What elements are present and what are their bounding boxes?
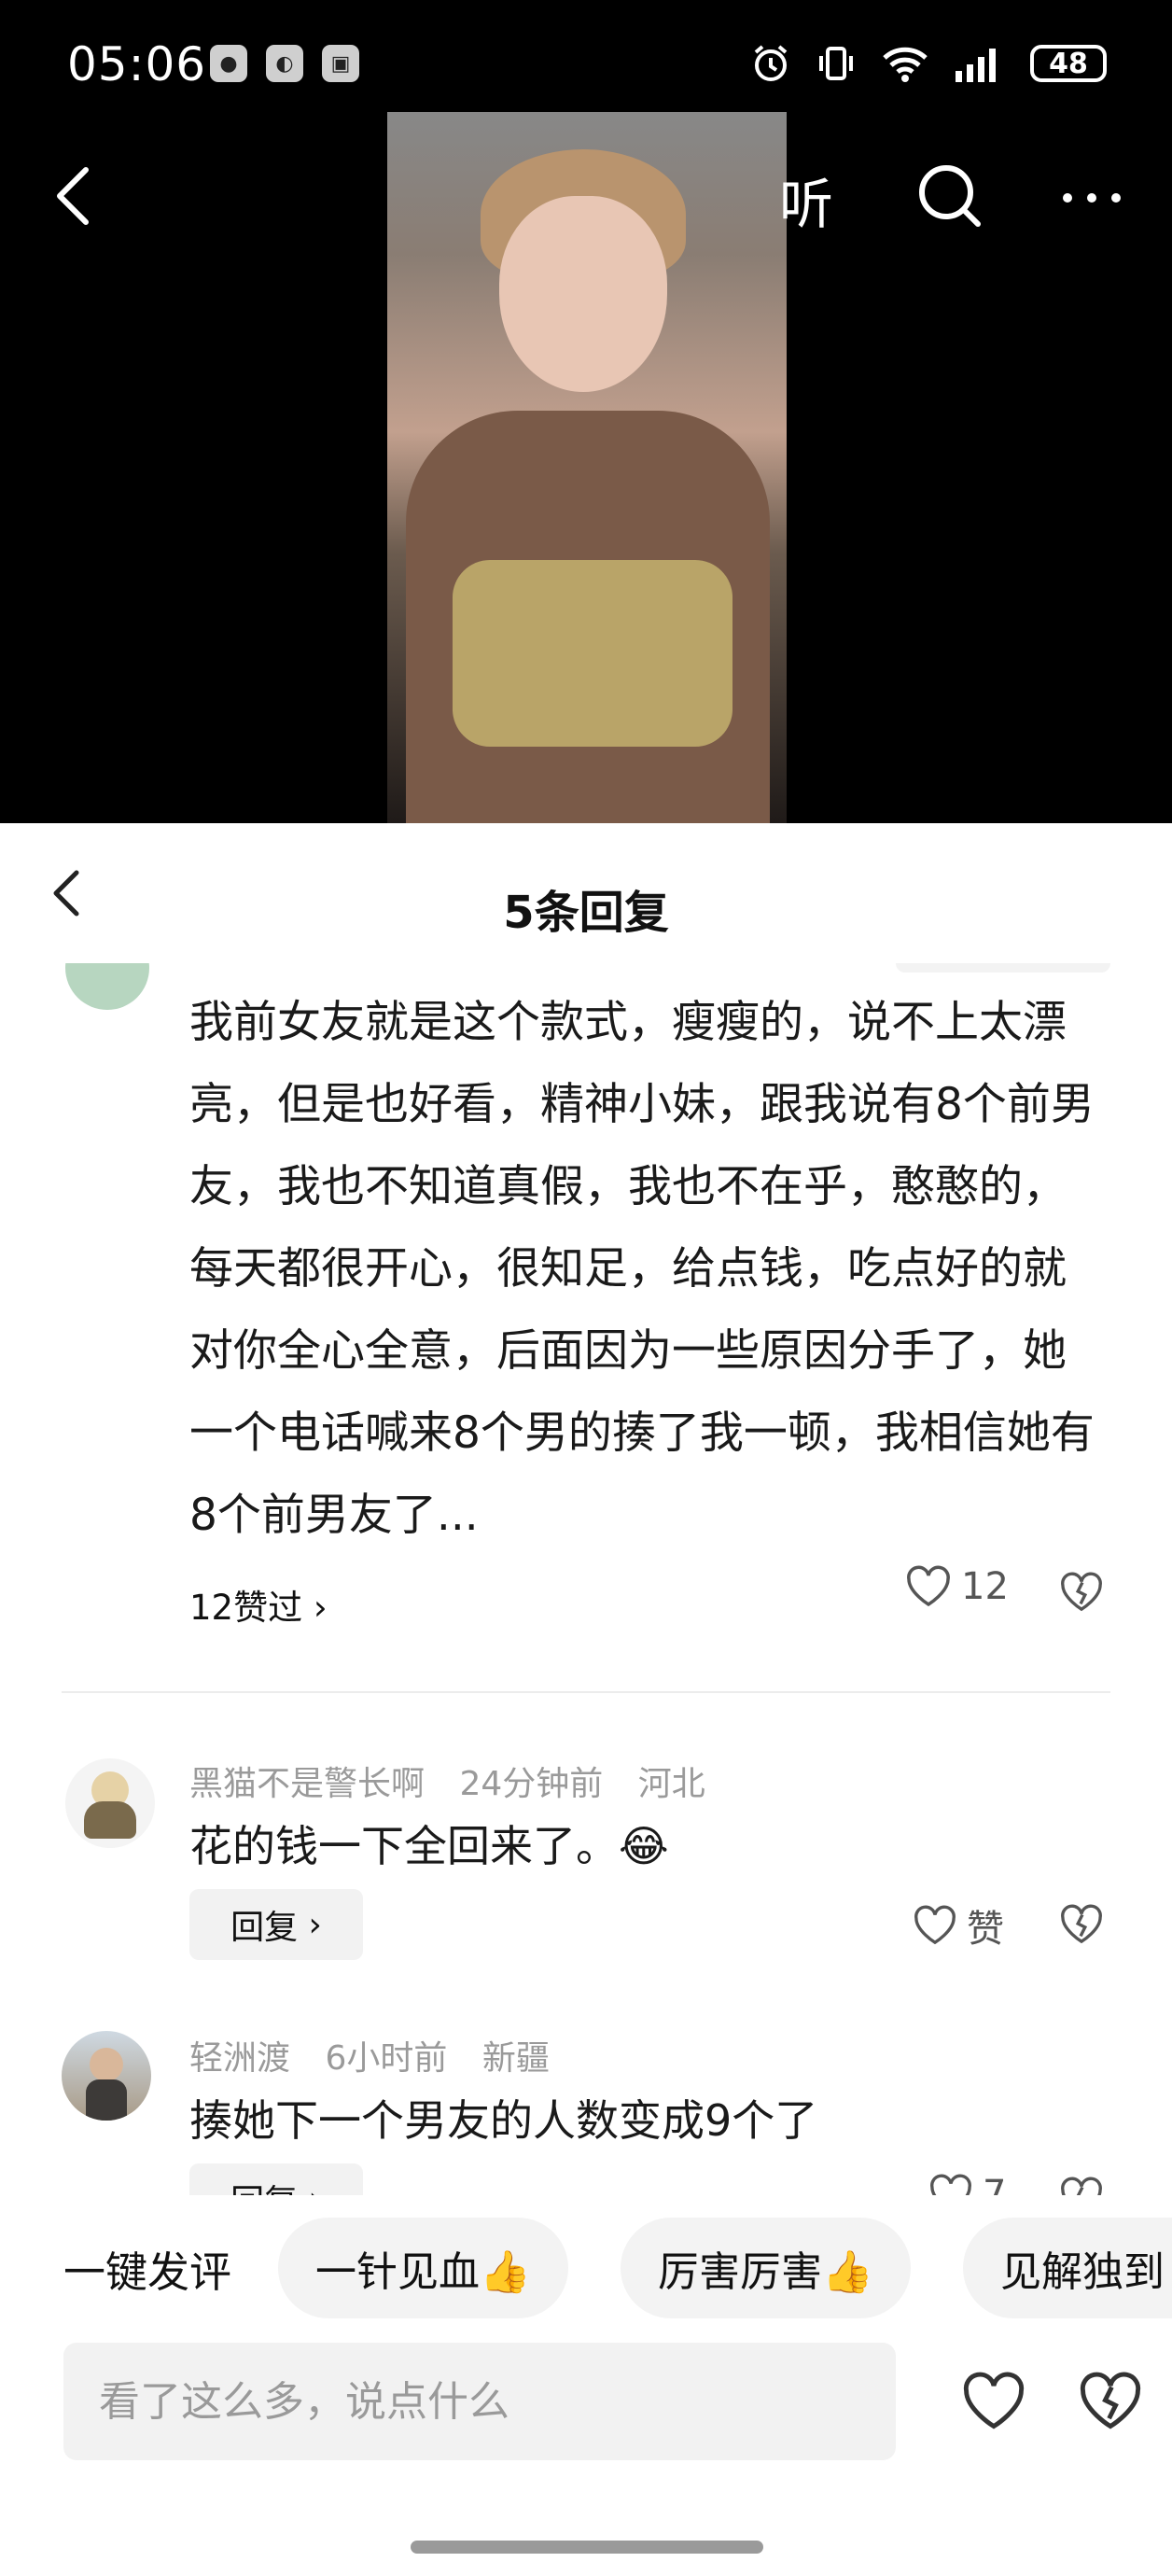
search-icon[interactable] [913, 159, 987, 233]
reply-username[interactable]: 黑猫不是警长啊 [189, 1765, 425, 1803]
like-count: 7 [983, 2173, 1007, 2195]
quick-comment-bar: 一键发评 一针见血👍 厉害厉害👍 见解独到 [0, 2195, 1172, 2335]
reply-button[interactable]: 回复 › [189, 2163, 363, 2195]
heart-icon [907, 1565, 950, 1607]
comment-input-box [63, 2343, 896, 2460]
chevron-right-icon: › [313, 1588, 328, 1628]
listen-button[interactable]: 听 [779, 161, 833, 239]
avatar[interactable] [65, 1758, 155, 1848]
heart-icon [930, 2174, 971, 2195]
reply-button[interactable]: 回复 › [189, 1889, 363, 1960]
heart-icon[interactable] [961, 2371, 1026, 2432]
avatar-figure-body [86, 2079, 127, 2121]
app-notification-icon: ◐ [266, 45, 303, 82]
battery-indicator: 48 [1030, 45, 1107, 82]
wechat-notification-icon: ● [210, 45, 247, 82]
like-button[interactable]: 赞 [913, 1898, 1004, 1953]
video-figure-bag [453, 560, 732, 747]
chevron-right-icon: › [298, 1905, 322, 1944]
back-icon[interactable] [47, 159, 103, 233]
like-button[interactable]: 7 [928, 2173, 1006, 2195]
quick-chip[interactable]: 一针见血👍 [278, 2218, 568, 2318]
reply-username[interactable]: 轻洲渡 [189, 2039, 290, 2078]
like-count: 12 [961, 1565, 1009, 1608]
quick-chip[interactable]: 厉害厉害👍 [621, 2218, 911, 2318]
reply-location: 新疆 [481, 2039, 550, 2078]
liked-by-link[interactable]: 12赞过 › [189, 1579, 328, 1630]
dislike-icon[interactable] [1078, 2371, 1143, 2432]
divider [62, 1691, 1110, 1693]
dislike-icon[interactable] [1059, 1572, 1104, 1613]
reply-time: 6小时前 [325, 2039, 448, 2078]
laugh-emoji: 😂 [619, 1821, 669, 1871]
liked-by-label: 12赞过 [189, 1588, 303, 1628]
reply-time: 24分钟前 [459, 1765, 604, 1803]
reply-button-label: 回复 [230, 2175, 298, 2195]
heart-icon [914, 1905, 956, 1945]
status-time: 05:06 [67, 37, 207, 91]
comment-list[interactable]: 我前女友就是这个款式，瘦瘦的，说不上太漂亮，但是也好看，精神小妹，跟我说有8个前… [0, 963, 1172, 2195]
reply-button-label: 回复 [230, 1909, 299, 1947]
quick-comment-label: 一键发评 [63, 2247, 232, 2297]
avatar-figure [90, 2048, 123, 2081]
reply-text: 花的钱一下全回来了。 [189, 1821, 619, 1871]
wifi-icon [883, 47, 928, 82]
video-player[interactable] [387, 112, 787, 823]
video-figure-face [499, 196, 667, 392]
like-label: 赞 [967, 1908, 1004, 1951]
reply-meta: 轻洲渡 6小时前 新疆 [189, 2031, 574, 2079]
comment-input[interactable] [63, 2343, 896, 2460]
system-icons: 48 [750, 35, 1107, 91]
home-indicator[interactable] [411, 2541, 763, 2554]
quick-chip[interactable]: 见解独到 [963, 2218, 1172, 2318]
video-area: 05:06 ● ◐ ▣ 48 听 [0, 0, 1172, 823]
main-comment-text: 我前女友就是这个款式，瘦瘦的，说不上太漂亮，但是也好看，精神小妹，跟我说有8个前… [189, 997, 1095, 1541]
avatar-figure-body [84, 1801, 136, 1839]
reply-meta: 黑猫不是警长啊 24分钟前 河北 [189, 1757, 730, 1805]
status-bar: 05:06 ● ◐ ▣ 48 [0, 0, 1172, 131]
alarm-icon [754, 45, 788, 81]
monitor-notification-icon: ▣ [322, 45, 359, 82]
dislike-icon[interactable] [1059, 1904, 1104, 1945]
partial-avatar [65, 963, 149, 1010]
reply-text-container: 花的钱一下全回来了。😂 [189, 1813, 669, 1874]
dislike-icon[interactable] [1059, 2177, 1104, 2195]
vibrate-icon [819, 47, 853, 80]
avatar[interactable] [62, 2031, 151, 2121]
reply-text: 揍她下一个男友的人数变成9个了 [189, 2095, 818, 2146]
signal-icon [956, 49, 996, 82]
chevron-right-icon: › [298, 2180, 322, 2196]
reply-sheet-header: 5条回复 [0, 823, 1172, 963]
like-button[interactable]: 12 [905, 1565, 1009, 1608]
partial-tag [896, 963, 1110, 973]
sheet-title: 5条回复 [503, 887, 669, 939]
reply-location: 河北 [637, 1765, 705, 1803]
more-icon[interactable] [1054, 179, 1129, 217]
